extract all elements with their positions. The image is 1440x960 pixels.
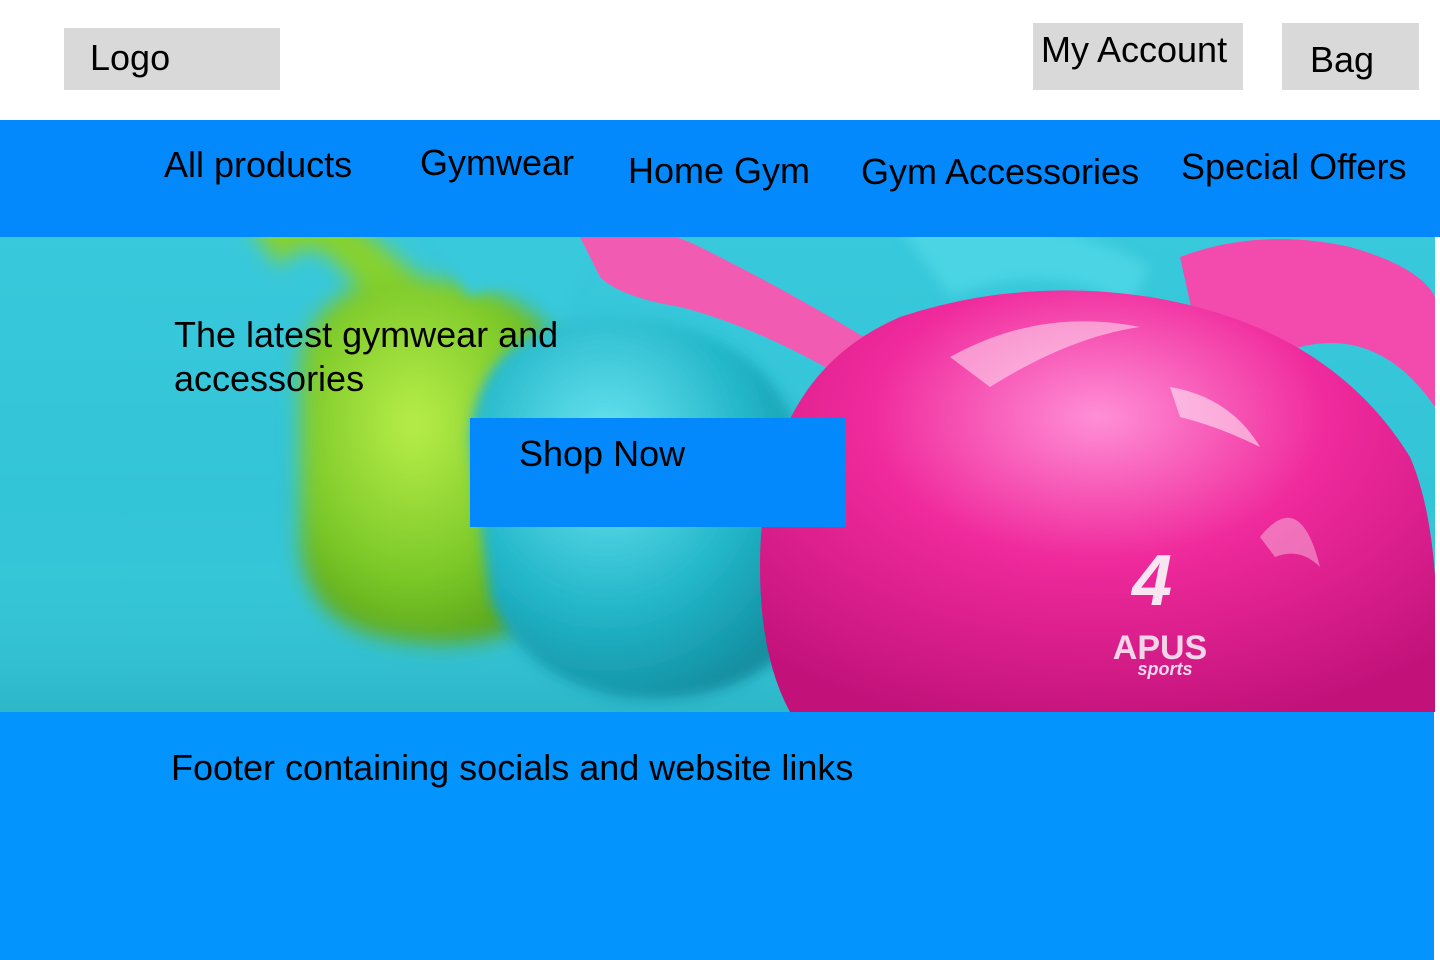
footer-text: Footer containing socials and website li… [171,747,854,788]
site-header: Logo My Account Bag [0,0,1440,120]
hero-banner: 4 APUS sports The latest gymwear and acc… [0,237,1435,712]
my-account-button[interactable]: My Account [1033,23,1243,90]
nav-item-home-gym[interactable]: Home Gym [628,153,810,189]
nav-item-gym-accessories[interactable]: Gym Accessories [861,154,1139,190]
site-footer: Footer containing socials and website li… [0,712,1434,960]
bag-button[interactable]: Bag [1282,23,1419,90]
kettlebell-brand-sub-label: sports [1137,659,1192,679]
nav-item-special-offers[interactable]: Special Offers [1181,149,1406,185]
nav-item-all-products[interactable]: All products [164,147,352,183]
hero-heading: The latest gymwear and accessories [174,314,559,399]
main-nav: All products Gymwear Home Gym Gym Access… [0,120,1440,237]
kettlebell-weight-label: 4 [1130,541,1172,621]
shop-now-button[interactable]: Shop Now [470,418,846,527]
nav-item-gymwear[interactable]: Gymwear [420,145,574,181]
logo[interactable]: Logo [64,28,280,90]
